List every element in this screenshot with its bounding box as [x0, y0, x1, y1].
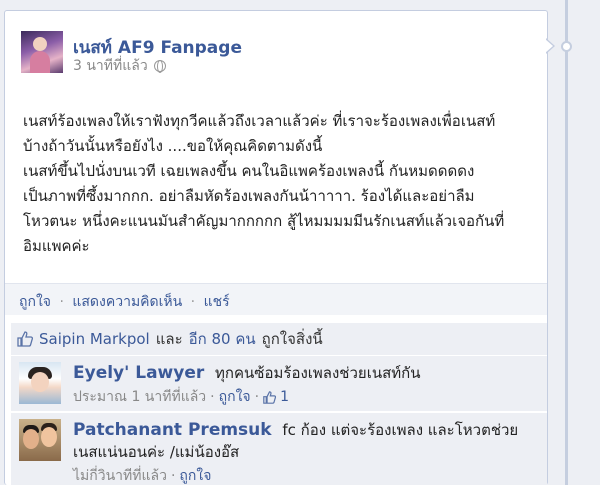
likes-suffix: ถูกใจสิ่งนี้: [261, 330, 323, 348]
post-body-line: เนสท์ร้องเพลงให้เราฟังทุกวีคแล้วถึงเวลาแ…: [23, 112, 496, 130]
post-card: เนสท์ AF9 Fanpage 3 นาทีที่แล้ว เนสท์ร้อ…: [4, 10, 548, 485]
liker-name-link[interactable]: Saipin Markpol: [39, 330, 150, 348]
post-actions-bar: ถูกใจ · แสดงความคิดเห็น · แชร์: [5, 283, 547, 315]
comment-text: เนสแน่นอนค่ะ /แม่น้องอ๊ส: [73, 443, 240, 461]
likes-summary: Saipin Markpol และ อีก 80 คน ถูกใจสิ่งนี…: [11, 323, 547, 355]
post-body-line: เป็นภาพที่ซึ้งมากกก. อย่าลืมหัดร้องเพลงก…: [23, 187, 475, 205]
post-body-line: อิมแพคค่ะ: [23, 237, 90, 255]
post-timestamp[interactable]: 3 นาทีที่แล้ว: [73, 55, 148, 77]
separator: ·: [170, 468, 176, 484]
comment-like-link[interactable]: ถูกใจ: [179, 465, 211, 485]
comment-time[interactable]: ประมาณ 1 นาทีที่แล้ว: [73, 386, 206, 408]
comment-text: ทุกคนซ้อมร้องเพลงช่วยเนสท์กัน: [215, 364, 421, 382]
timeline-spine: [565, 0, 568, 485]
separator: ·: [59, 294, 64, 310]
separator: ·: [190, 294, 196, 310]
others-link[interactable]: อีก 80 คน: [189, 327, 256, 351]
globe-icon: [153, 60, 166, 73]
page-avatar[interactable]: [21, 31, 63, 73]
thumbs-up-icon: [17, 331, 33, 347]
post-body-line: โหวตนะ หนึ่งคะแนนมันสำคัญมากกกกก สู้ไหมม…: [23, 212, 505, 230]
post-meta: 3 นาทีที่แล้ว: [73, 55, 166, 77]
separator: ·: [254, 389, 260, 405]
post-body: เนสท์ร้องเพลงให้เราฟังทุกวีคแล้วถึงเวลาแ…: [23, 109, 543, 259]
comment-item: Patchanant Premsuk fc ก้อง แต่จะร้องเพลง…: [11, 412, 547, 485]
separator: ·: [210, 389, 215, 405]
share-link[interactable]: แชร์: [204, 294, 230, 310]
comment-like-link[interactable]: ถูกใจ: [219, 386, 251, 408]
comment-text: fc ก้อง แต่จะร้องเพลง และโหวตช่วย: [282, 421, 519, 439]
post-body-line: บ้างถ้าวันนั้นหรือยังไง ....ขอให้คุณคิดต…: [23, 137, 323, 155]
comment-author-link[interactable]: Eyely' Lawyer: [73, 363, 204, 383]
thumbs-up-icon: [263, 390, 277, 404]
comment-like-count[interactable]: 1: [280, 389, 289, 405]
comment-item: Eyely' Lawyer ทุกคนซ้อมร้องเพลงช่วยเนสท์…: [11, 355, 547, 411]
commenter-avatar[interactable]: [19, 419, 61, 461]
post-body-line: เนสท์ขึ้นไปนั่งบนเวที เฉยเพลงขึ้น คนในอิ…: [23, 162, 475, 180]
comment-body: Eyely' Lawyer ทุกคนซ้อมร้องเพลงช่วยเนสท์…: [73, 362, 543, 408]
comment-meta: ไม่กี่วินาทีที่แล้ว · ถูกใจ: [73, 465, 543, 485]
commenter-avatar[interactable]: [19, 362, 61, 404]
like-link[interactable]: ถูกใจ: [19, 294, 51, 310]
comment-link[interactable]: แสดงความคิดเห็น: [72, 294, 182, 310]
comment-author-link[interactable]: Patchanant Premsuk: [73, 420, 272, 440]
timeline-dot: [561, 41, 572, 52]
likes-and: และ: [155, 330, 183, 348]
comment-meta: ประมาณ 1 นาทีที่แล้ว · ถูกใจ · 1: [73, 386, 543, 408]
card-pointer-inner: [545, 39, 553, 53]
comment-body: Patchanant Premsuk fc ก้อง แต่จะร้องเพลง…: [73, 419, 543, 485]
comment-time[interactable]: ไม่กี่วินาทีที่แล้ว: [73, 465, 167, 485]
